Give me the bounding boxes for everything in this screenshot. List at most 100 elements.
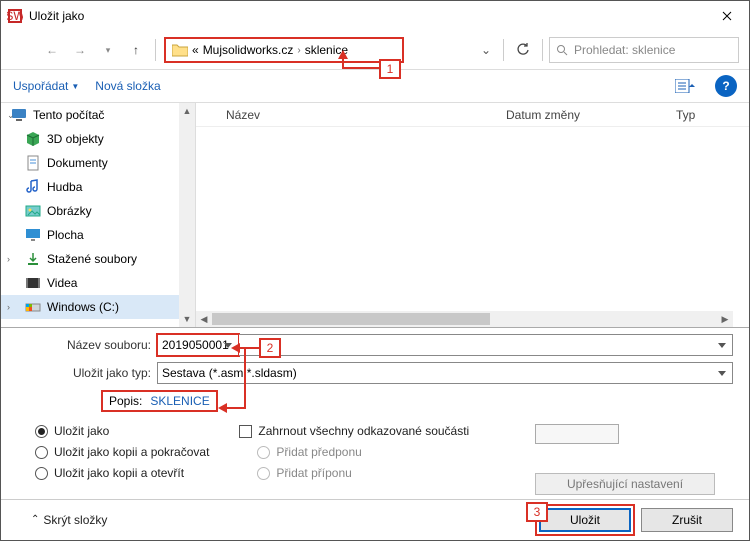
chevron-up-icon: ⌃ — [31, 514, 39, 525]
tree-node-documents[interactable]: Dokumenty — [1, 151, 195, 175]
organize-menu[interactable]: Uspořádat ▼ — [13, 79, 79, 93]
callout-line — [238, 347, 260, 349]
scroll-up-icon[interactable]: ▲ — [183, 103, 192, 119]
recent-dropdown[interactable]: ▾ — [97, 39, 119, 61]
tree-label: Windows (C:) — [47, 300, 119, 314]
file-list[interactable]: Název Datum změny Typ ◀ ▶ — [196, 103, 749, 327]
help-button[interactable]: ? — [715, 75, 737, 97]
scroll-right-icon[interactable]: ▶ — [717, 314, 733, 325]
arrow-icon — [337, 50, 349, 60]
divider — [155, 39, 156, 61]
crumb-root[interactable]: « — [192, 43, 199, 57]
scroll-down-icon[interactable]: ▼ — [183, 311, 192, 327]
radio-add-prefix: Přidat předponu — [257, 445, 469, 459]
tree-node-downloads[interactable]: › Stažené soubory — [1, 247, 195, 271]
check-include-refs[interactable]: Zahrnout všechny odkazované součásti — [239, 424, 469, 438]
callout-line — [244, 349, 246, 409]
tree-label: Tento počítač — [33, 108, 104, 122]
filetype-value: Sestava (*.asm;*.sldasm) — [162, 366, 297, 380]
tree-label: Dokumenty — [47, 156, 108, 170]
download-icon — [25, 251, 41, 267]
breadcrumb-history-dropdown[interactable]: ⌄ — [475, 39, 497, 61]
col-name[interactable]: Název — [226, 108, 506, 122]
horizontal-scrollbar[interactable]: ◀ ▶ — [196, 311, 733, 327]
explorer-area: ⌄ Tento počítač 3D objekty Dokumenty Hud… — [1, 103, 749, 328]
fields-area: Název souboru: 2019050001 Uložit jako ty… — [1, 328, 749, 416]
window-title: Uložit jako — [29, 9, 84, 23]
filename-label: Název souboru: — [17, 338, 157, 352]
callout-3: 3 — [526, 502, 548, 522]
footer: ⌃ Skrýt složky Uložit Zrušit — [1, 499, 749, 539]
tree-label: Stažené soubory — [47, 252, 137, 266]
radio-add-suffix: Přidat příponu — [257, 466, 469, 480]
filetype-label: Uložit jako typ: — [17, 366, 157, 380]
scrollbar-thumb[interactable] — [212, 313, 490, 325]
callout-1: 1 — [379, 59, 401, 79]
tree-node-desktop[interactable]: Plocha — [1, 223, 195, 247]
chevron-right-icon: › — [297, 45, 300, 56]
hide-folders-toggle[interactable]: ⌃ Skrýt složky — [31, 513, 107, 527]
chevron-down-icon: ▼ — [71, 82, 79, 91]
col-date[interactable]: Datum změny — [506, 108, 676, 122]
up-button[interactable]: ↑ — [125, 39, 147, 61]
forward-button[interactable]: → — [69, 39, 91, 61]
titlebar: SW Uložit jako — [1, 1, 749, 31]
col-type[interactable]: Typ — [676, 108, 695, 122]
tree-node-videos[interactable]: Videa — [1, 271, 195, 295]
search-placeholder: Prohledat: sklenice — [574, 43, 675, 57]
new-folder-button[interactable]: Nová složka — [95, 79, 160, 93]
list-header: Název Datum změny Typ — [196, 103, 749, 127]
cube-icon — [25, 131, 41, 147]
prefix-suffix-input — [535, 424, 619, 444]
tree-label: Obrázky — [47, 204, 92, 218]
folder-tree[interactable]: ⌄ Tento počítač 3D objekty Dokumenty Hud… — [1, 103, 196, 327]
radio-save-copy-continue[interactable]: Uložit jako kopii a pokračovat — [35, 445, 209, 459]
tree-node-music[interactable]: Hudba — [1, 175, 195, 199]
filename-input-ext[interactable] — [239, 334, 733, 356]
tree-node-pictures[interactable]: Obrázky — [1, 199, 195, 223]
callout-line — [342, 67, 380, 69]
collapse-icon[interactable]: ⌄ — [7, 110, 15, 121]
image-icon — [25, 203, 41, 219]
save-button[interactable]: Uložit — [539, 508, 631, 532]
view-mode-button[interactable] — [671, 75, 701, 97]
tree-node-windows-c[interactable]: › Windows (C:) — [1, 295, 195, 319]
nav-bar: ← → ▾ ↑ « Mujsolidworks.cz › sklenice ⌄ — [1, 31, 749, 69]
scroll-left-icon[interactable]: ◀ — [196, 314, 212, 325]
refresh-button[interactable] — [510, 37, 536, 63]
back-button[interactable]: ← — [41, 39, 63, 61]
radio-save-copy-open[interactable]: Uložit jako kopii a otevřít — [35, 466, 209, 480]
video-icon — [25, 275, 41, 291]
divider — [542, 39, 543, 61]
tree-node-thispc[interactable]: ⌄ Tento počítač — [1, 103, 195, 127]
divider — [503, 39, 504, 61]
folder-icon — [172, 43, 188, 57]
crumb-1[interactable]: Mujsolidworks.cz — [203, 43, 294, 57]
description-value[interactable]: SKLENICE — [150, 394, 209, 408]
expand-icon[interactable]: › — [7, 302, 10, 312]
breadcrumb[interactable]: « Mujsolidworks.cz › sklenice — [164, 37, 404, 63]
expand-icon[interactable]: › — [7, 254, 10, 264]
radio-save-as[interactable]: Uložit jako — [35, 424, 209, 438]
callout-line — [225, 407, 246, 409]
description-field[interactable]: Popis: SKLENICE — [101, 390, 218, 412]
tree-label: Videa — [47, 276, 77, 290]
radio-label: Uložit jako — [54, 424, 109, 438]
close-button[interactable] — [705, 1, 749, 31]
tree-label: Hudba — [47, 180, 82, 194]
cancel-button[interactable]: Zrušit — [641, 508, 733, 532]
radio-label: Přidat příponu — [276, 466, 351, 480]
organize-label: Uspořádat — [13, 79, 68, 93]
filename-input[interactable]: 2019050001 — [157, 334, 239, 356]
search-input[interactable]: Prohledat: sklenice — [549, 37, 739, 63]
hide-folders-label: Skrýt složky — [43, 513, 107, 527]
drive-icon — [25, 299, 41, 315]
tree-scrollbar[interactable]: ▲ ▼ — [179, 103, 195, 327]
tree-node-3dobjects[interactable]: 3D objekty — [1, 127, 195, 151]
description-label: Popis: — [109, 394, 142, 408]
callout-2: 2 — [259, 338, 281, 358]
filename-value: 2019050001 — [162, 338, 229, 352]
options-area: Uložit jako Uložit jako kopii a pokračov… — [1, 416, 749, 499]
tree-label: Plocha — [47, 228, 84, 242]
tree-label: 3D objekty — [47, 132, 104, 146]
